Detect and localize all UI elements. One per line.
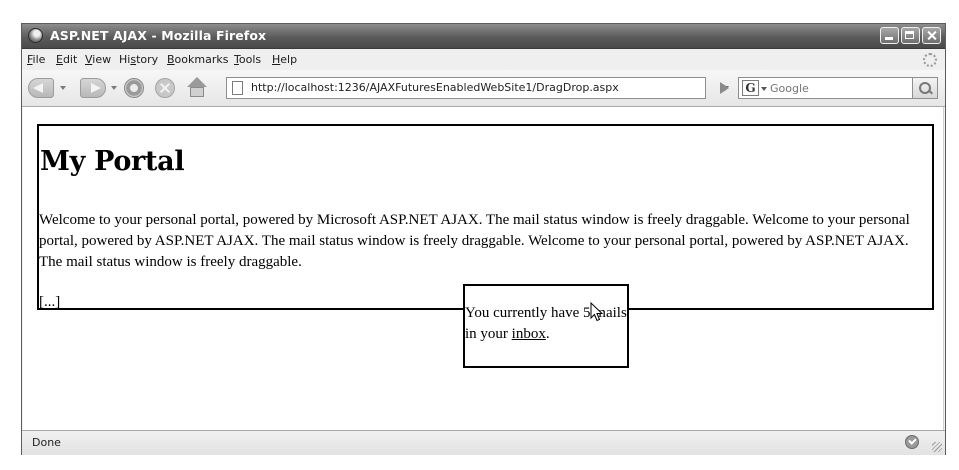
url-text[interactable]: http://localhost:1236/AJAXFuturesEnabled… [251,81,619,94]
page-title: My Portal [40,146,185,177]
menu-bookmarks[interactable]: Bookmarks [167,53,228,66]
mail-prefix: You currently have [465,305,584,321]
home-button[interactable] [186,77,208,99]
menu-bookmarks-label: ookmarks [174,53,229,66]
welcome-text: Welcome to your personal portal, powered… [39,212,910,270]
menu-edit-label: dit [62,53,78,66]
search-input[interactable] [770,78,900,98]
forward-button[interactable] [80,78,106,98]
menu-view-label: iew [92,53,112,66]
throbber-icon [923,53,937,67]
maximize-button[interactable] [901,27,920,44]
status-text: Done [32,436,61,449]
menu-bar: File Edit View History Bookmarks Tools H… [22,49,945,71]
go-button[interactable] [715,79,733,97]
menu-help-label: elp [280,53,298,66]
reload-button[interactable] [124,78,144,98]
forward-history-dropdown-icon[interactable] [111,86,117,90]
menu-view[interactable]: View [85,53,111,66]
search-button[interactable] [912,77,938,99]
minimize-button[interactable] [880,27,899,44]
page-icon [232,81,243,95]
search-engine-dropdown-icon[interactable] [761,87,767,91]
menu-history-pre: Hi [119,53,131,66]
navigation-toolbar: http://localhost:1236/AJAXFuturesEnabled… [22,70,945,107]
stop-button[interactable] [155,78,175,98]
menu-history[interactable]: History [119,53,158,66]
menu-bookmarks-accel: B [167,53,175,66]
back-history-dropdown-icon[interactable] [60,86,66,90]
page-content: My Portal Welcome to your personal porta… [23,107,944,431]
menu-tools[interactable]: Tools [234,53,261,66]
search-box[interactable]: G [738,77,938,99]
resize-grip-icon[interactable] [932,442,942,452]
url-bar[interactable]: http://localhost:1236/AJAXFuturesEnabled… [226,77,729,99]
menu-help[interactable]: Help [272,53,297,66]
menu-tools-label: ools [238,53,262,66]
back-button[interactable] [28,78,54,98]
window-title: ASP.NET AJAX - Mozilla Firefox [50,28,267,43]
mail-suffix: . [545,326,550,342]
mail-status-window[interactable]: You currently have 5 mails in your inbox… [463,284,629,368]
search-engine-icon[interactable]: G [742,80,759,96]
ellipsis-text: [...] [39,294,61,310]
menu-file[interactable]: File [27,53,45,66]
close-button[interactable] [922,27,941,44]
status-check-icon[interactable] [905,435,919,449]
status-bar: Done [22,430,945,455]
firefox-icon [28,28,43,43]
menu-history-label: tory [136,53,159,66]
title-bar[interactable]: ASP.NET AJAX - Mozilla Firefox [22,24,945,49]
portal-container: My Portal Welcome to your personal porta… [37,124,934,368]
menu-file-label: ile [32,53,46,66]
inbox-link[interactable]: inbox [512,326,546,342]
menu-edit[interactable]: Edit [56,53,77,66]
menu-edit-accel: E [56,53,63,66]
mouse-pointer-icon [590,302,604,322]
browser-window: ASP.NET AJAX - Mozilla Firefox File Edit… [21,23,946,455]
